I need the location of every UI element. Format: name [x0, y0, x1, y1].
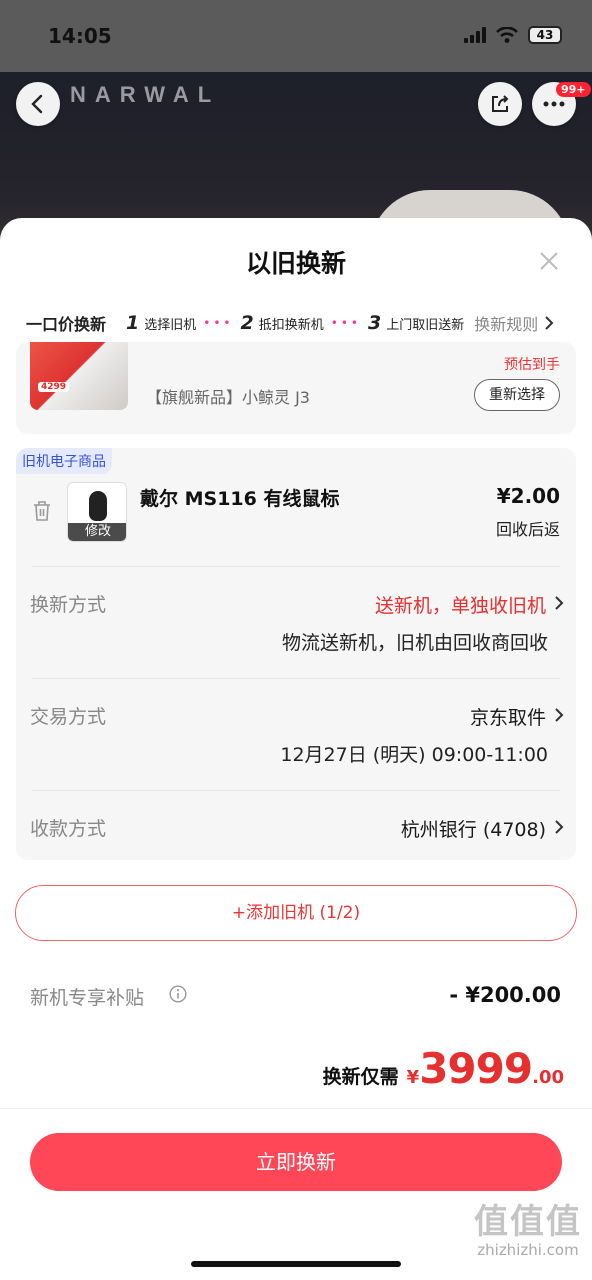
- step-label: 抵扣换新机: [258, 317, 324, 333]
- step-number: 1: [126, 312, 140, 334]
- payment-method-value[interactable]: 杭州银行 (4708): [401, 815, 546, 842]
- chevron-right-icon: [555, 820, 564, 834]
- watermark-logo: 值值值: [474, 1202, 582, 1242]
- exchange-method-label: 换新方式: [30, 594, 107, 616]
- chevron-left-icon: [31, 94, 43, 114]
- trade-in-steps: 一口价换新 1 选择旧机 ••• 2 抵扣换新机 ••• 3 上门取旧送新 换新…: [26, 310, 576, 336]
- step-separator: •••: [330, 316, 361, 330]
- close-icon[interactable]: [538, 250, 560, 272]
- status-icons: 43: [464, 26, 562, 44]
- exchange-method-sub: 物流送新机，旧机由回收商回收: [281, 632, 548, 654]
- share-icon: [492, 95, 509, 112]
- thumb-price: 4299: [38, 382, 70, 392]
- old-device-name: 戴尔 MS116 有线鼠标: [140, 488, 340, 510]
- step-separator: •••: [203, 316, 234, 330]
- brand-logo: NARWAL: [70, 82, 221, 107]
- chevron-right-icon: [545, 316, 554, 330]
- step-number: 2: [240, 312, 254, 334]
- info-icon[interactable]: [169, 985, 187, 1003]
- steps-title: 一口价换新: [26, 315, 107, 334]
- signal-icon: [464, 27, 486, 43]
- sheet-title: 以旧换新: [245, 249, 346, 278]
- total-decimal: .00: [532, 1067, 564, 1088]
- product-thumbnail: 4299: [30, 342, 128, 410]
- old-device-thumbnail[interactable]: 修改: [67, 482, 127, 542]
- site-watermark: 值值值 zhizhizhi.com: [474, 1203, 582, 1259]
- back-button[interactable]: [16, 82, 60, 126]
- mouse-image: [89, 491, 107, 521]
- payment-method-label: 收款方式: [30, 818, 107, 840]
- trash-icon[interactable]: [32, 500, 52, 522]
- total-integer: 3999: [419, 1044, 533, 1093]
- bottom-action-bar: 立即换新 值值值 zhizhizhi.com: [0, 1108, 592, 1280]
- reselect-button[interactable]: 重新选择: [474, 379, 560, 411]
- more-dots-icon: [543, 101, 565, 107]
- transaction-method-value[interactable]: 京东取件: [470, 703, 546, 730]
- transaction-method-label: 交易方式: [30, 706, 107, 728]
- trade-in-now-button[interactable]: 立即换新: [30, 1133, 562, 1191]
- exchange-method-value[interactable]: 送新机，单独收旧机: [375, 591, 546, 618]
- divider: [32, 566, 560, 567]
- total-label: 换新仅需: [322, 1066, 399, 1088]
- old-device-price: ¥2.00: [496, 484, 560, 508]
- home-indicator[interactable]: [191, 1261, 401, 1267]
- subsidy-label: 新机专享补贴: [30, 987, 145, 1009]
- old-device-card: 旧机电子商品 修改 戴尔 MS116 有线鼠标 ¥2.00 回收后返 换新方式 …: [16, 448, 576, 860]
- wifi-icon: [496, 27, 518, 43]
- add-old-device-button[interactable]: +添加旧机 (1/2): [15, 885, 577, 941]
- step-label: 上门取旧送新: [386, 317, 465, 333]
- message-count-badge: 99+: [556, 82, 591, 97]
- total-price: 换新仅需 ¥ 3999 .00: [323, 1044, 564, 1093]
- old-device-tag: 旧机电子商品: [16, 448, 112, 474]
- estimate-label: 预估到手: [504, 357, 560, 373]
- chevron-right-icon: [555, 596, 564, 610]
- step-number: 3: [367, 312, 382, 334]
- chevron-right-icon: [555, 708, 564, 722]
- battery-icon: 43: [528, 26, 562, 44]
- share-button[interactable]: [478, 82, 522, 126]
- subsidy-value: - ¥200.00: [449, 983, 561, 1007]
- new-product-card: 4299 预估到手 【旗舰新品】小鲸灵 J3 重新选择: [16, 342, 576, 434]
- edit-label[interactable]: 修改: [68, 523, 126, 541]
- total-currency: ¥: [406, 1067, 420, 1088]
- pickup-time: 12月27日 (明天) 09:00-11:00: [280, 744, 548, 766]
- trade-in-sheet: 以旧换新 一口价换新 1 选择旧机 ••• 2 抵扣换新机 ••• 3 上门取旧…: [0, 218, 592, 1280]
- rules-link[interactable]: 换新规则: [474, 311, 538, 335]
- step-label: 选择旧机: [144, 317, 197, 333]
- divider: [32, 678, 560, 679]
- divider: [32, 790, 560, 791]
- status-time: 14:05: [48, 24, 112, 48]
- new-product-name: 【旗舰新品】小鲸灵 J3: [146, 388, 310, 407]
- price-note: 回收后返: [495, 520, 560, 539]
- watermark-domain: zhizhizhi.com: [477, 1241, 579, 1259]
